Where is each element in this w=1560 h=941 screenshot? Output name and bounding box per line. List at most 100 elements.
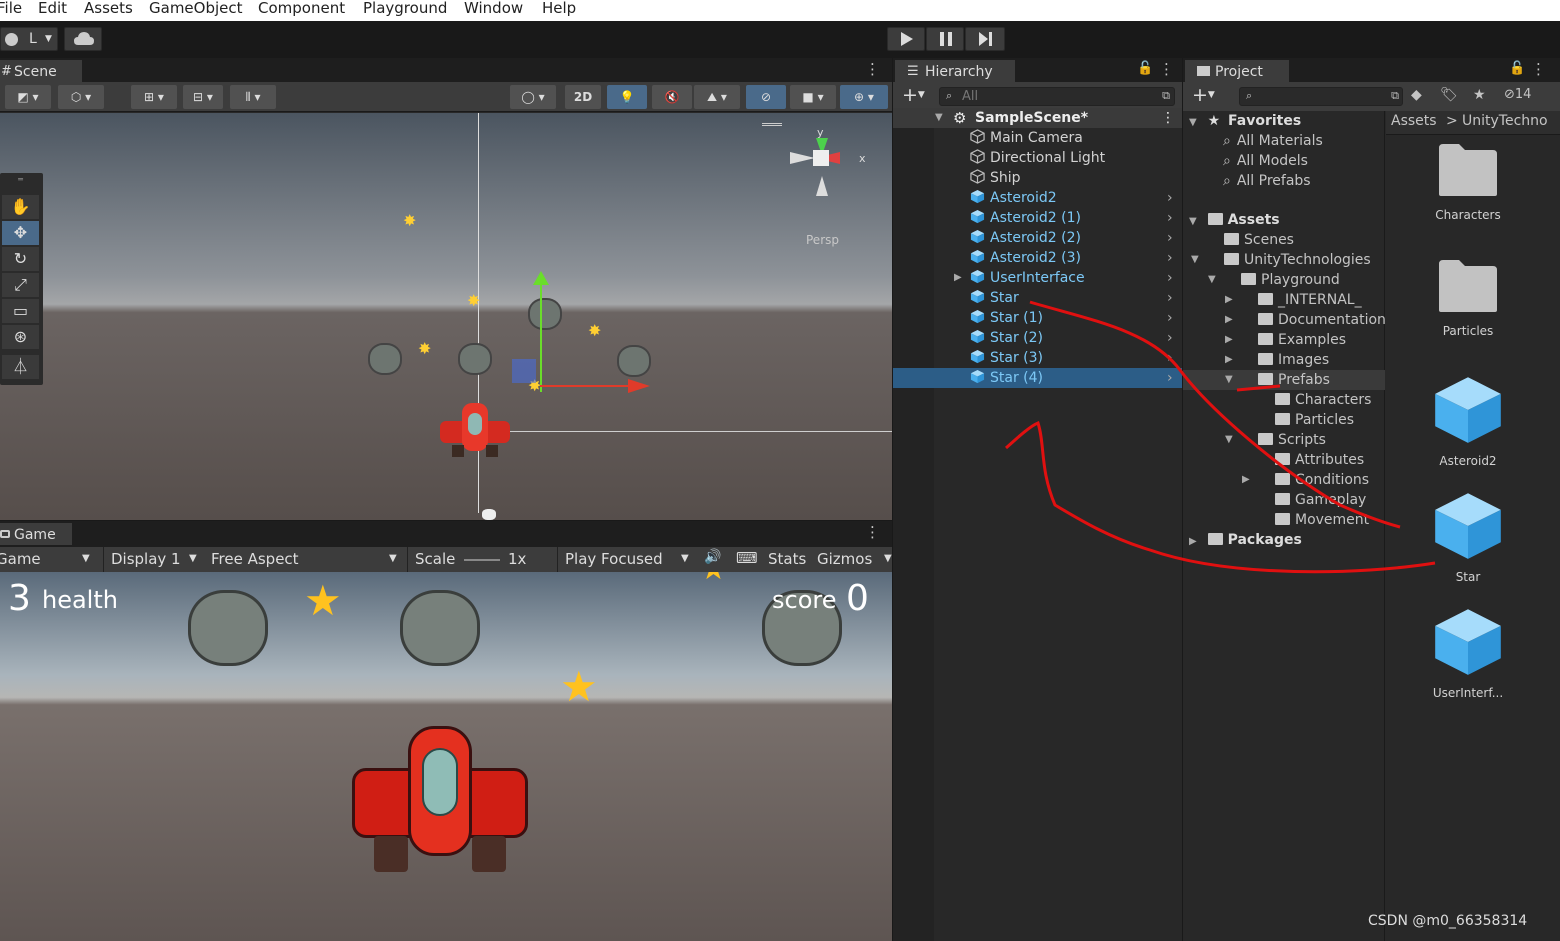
tree-folder-item[interactable]: ▼ Scripts <box>1183 430 1385 450</box>
more-icon[interactable]: ⋮ <box>1161 108 1175 128</box>
label-icon[interactable]: 🏷 <box>1440 87 1458 103</box>
chevron-right-icon[interactable]: ▶ <box>1242 470 1250 490</box>
breadcrumb-unitytechnologies[interactable]: UnityTechno <box>1462 113 1548 129</box>
move-tool[interactable]: ✥ <box>2 221 39 245</box>
scene-row[interactable]: ▼ ⚙ SampleScene* ⋮ <box>893 108 1182 128</box>
chevron-right-icon[interactable]: › <box>1167 268 1173 288</box>
menu-help[interactable]: Help <box>542 0 576 17</box>
tree-folder-item[interactable]: Gameplay <box>1183 490 1385 510</box>
hierarchy-item[interactable]: Star (4) › <box>893 368 1182 388</box>
lighting-toggle[interactable]: 💡 <box>607 85 647 109</box>
favorites-header[interactable]: ▼ ★ Favorites <box>1189 111 1301 131</box>
chevron-down-icon[interactable]: ▼ <box>935 108 943 128</box>
project-search[interactable]: ⌕ ⧉ <box>1239 87 1403 106</box>
chevron-right-icon[interactable]: › <box>1167 288 1173 308</box>
search-by-type-icon[interactable]: ◆ <box>1411 87 1422 103</box>
lock-icon[interactable]: 🔓 <box>1137 61 1153 76</box>
tree-folder-item[interactable]: Particles <box>1183 410 1385 430</box>
camera-dropdown[interactable]: ■ ▾ <box>790 85 836 109</box>
tree-folder-item[interactable]: ▼ UnityTechnologies <box>1183 250 1385 270</box>
chevron-down-icon[interactable]: ▼ <box>1189 216 1197 227</box>
chevron-right-icon[interactable]: › <box>1167 368 1173 388</box>
move-handle-x[interactable] <box>540 385 636 387</box>
tab-hierarchy[interactable]: ☰ Hierarchy <box>895 60 1015 82</box>
chevron-right-icon[interactable]: ▶ <box>1225 290 1233 310</box>
aspect-dropdown[interactable]: Free Aspect ▼ <box>211 550 403 568</box>
more-icon[interactable]: ⋮ <box>1159 60 1174 78</box>
scene-viewport[interactable]: ═ ✋ ✥ ↻ ⤢ ▭ ⊛ ⏃ y x Persp ✸ ✸ ✸ ✸ ✸ <box>0 113 892 520</box>
move-handle-x-tip[interactable] <box>628 379 650 393</box>
assets-header[interactable]: ▼ Assets <box>1189 210 1280 230</box>
menu-component[interactable]: Component <box>258 0 345 17</box>
tree-folder-item[interactable]: ▼ Playground <box>1183 270 1385 290</box>
tree-folder-item[interactable]: Characters <box>1183 390 1385 410</box>
chevron-down-icon[interactable]: ▼ <box>1208 270 1216 290</box>
hierarchy-search[interactable]: ⌕ ⧉ <box>939 87 1175 106</box>
scale-tool[interactable]: ⤢ <box>2 273 39 297</box>
hierarchy-item[interactable]: Asteroid2 (2) › <box>893 228 1182 248</box>
chevron-down-icon[interactable]: ▼ <box>884 553 892 564</box>
draw-mode-dropdown[interactable]: ◩ ▾ <box>5 85 51 109</box>
gizmo-menu-icon[interactable] <box>762 123 782 126</box>
menu-file[interactable]: File <box>0 0 22 17</box>
tree-folder-item[interactable]: ▶ _INTERNAL_ <box>1183 290 1385 310</box>
menu-playground[interactable]: Playground <box>363 0 447 17</box>
asset-tile[interactable]: Characters <box>1406 136 1530 246</box>
more-icon[interactable]: ⋮ <box>865 523 880 541</box>
chevron-right-icon[interactable]: ▶ <box>1225 310 1233 330</box>
grid-toggle[interactable]: ⊞ ▾ <box>131 85 177 109</box>
gizmos-button[interactable]: Gizmos <box>817 550 872 568</box>
add-button[interactable]: +▼ <box>902 84 925 106</box>
game-viewport[interactable]: 3 health score 0 ★ ★ ★ <box>0 572 892 941</box>
chevron-right-icon[interactable]: › <box>1167 208 1173 228</box>
hand-tool[interactable]: ✋ <box>2 195 39 219</box>
chevron-down-icon[interactable]: ▼ <box>1189 117 1197 128</box>
favorite-item[interactable]: ⌕ All Materials <box>1223 131 1323 151</box>
star-icon[interactable]: ★ <box>1473 87 1486 103</box>
chevron-down-icon[interactable]: ▼ <box>1191 250 1199 270</box>
hidden-packages-button[interactable]: ⊘14 <box>1504 87 1531 102</box>
packages-header[interactable]: ▶ Packages <box>1189 530 1302 550</box>
account-dropdown[interactable]: L ▼ <box>0 27 58 51</box>
tree-folder-item[interactable]: Scenes <box>1183 230 1385 250</box>
tree-folder-item[interactable]: Movement <box>1183 510 1385 530</box>
search-filter-icon[interactable]: ⧉ <box>1162 89 1170 103</box>
hierarchy-item[interactable]: ▶ UserInterface › <box>893 268 1182 288</box>
stats-button[interactable]: Stats <box>768 550 806 568</box>
play-focused-dropdown[interactable]: Play Focused ▼ <box>565 550 695 568</box>
lock-icon[interactable]: 🔓 <box>1509 61 1525 76</box>
transform-tool[interactable]: ⊛ <box>2 325 39 349</box>
asset-tile[interactable]: UserInterf... <box>1406 600 1530 710</box>
keyboard-icon[interactable]: ⌨ <box>736 549 758 567</box>
tree-folder-item[interactable]: ▶ Documentation <box>1183 310 1385 330</box>
chevron-right-icon[interactable]: › <box>1167 228 1173 248</box>
move-handle-y[interactable] <box>540 280 542 392</box>
hierarchy-item[interactable]: Directional Light <box>893 148 1182 168</box>
effects-dropdown[interactable]: ⛰ ▾ <box>694 85 740 109</box>
asset-tile[interactable]: Star <box>1406 484 1530 594</box>
render-mode-dropdown[interactable]: ⬡ ▾ <box>58 85 104 109</box>
hierarchy-item[interactable]: Star › <box>893 288 1182 308</box>
hierarchy-search-input[interactable] <box>962 88 1142 105</box>
chevron-right-icon[interactable]: › <box>1167 348 1173 368</box>
favorite-item[interactable]: ⌕ All Models <box>1223 151 1308 171</box>
hierarchy-item[interactable]: Asteroid2 › <box>893 188 1182 208</box>
hierarchy-item[interactable]: Star (3) › <box>893 348 1182 368</box>
add-button[interactable]: +▼ <box>1192 84 1215 106</box>
move-handle-y-tip[interactable] <box>533 271 549 285</box>
pause-button[interactable] <box>926 27 964 51</box>
asset-tile[interactable]: Asteroid2 <box>1406 368 1530 478</box>
2d-toggle[interactable]: 2D <box>565 85 601 109</box>
more-icon[interactable]: ⋮ <box>865 60 880 78</box>
scale-slider[interactable] <box>464 559 500 561</box>
tab-project[interactable]: Project <box>1185 60 1289 82</box>
hierarchy-item[interactable]: Asteroid2 (1) › <box>893 208 1182 228</box>
tree-folder-item[interactable]: ▶ Examples <box>1183 330 1385 350</box>
chevron-right-icon[interactable]: ▶ <box>954 268 962 288</box>
gizmos-dropdown[interactable]: ⊕ ▾ <box>840 85 888 109</box>
play-button[interactable] <box>887 27 925 51</box>
menu-window[interactable]: Window <box>464 0 523 17</box>
hierarchy-item[interactable]: Star (1) › <box>893 308 1182 328</box>
scene-orientation-gizmo[interactable]: y x <box>780 128 870 218</box>
tab-game[interactable]: Game <box>0 523 72 545</box>
